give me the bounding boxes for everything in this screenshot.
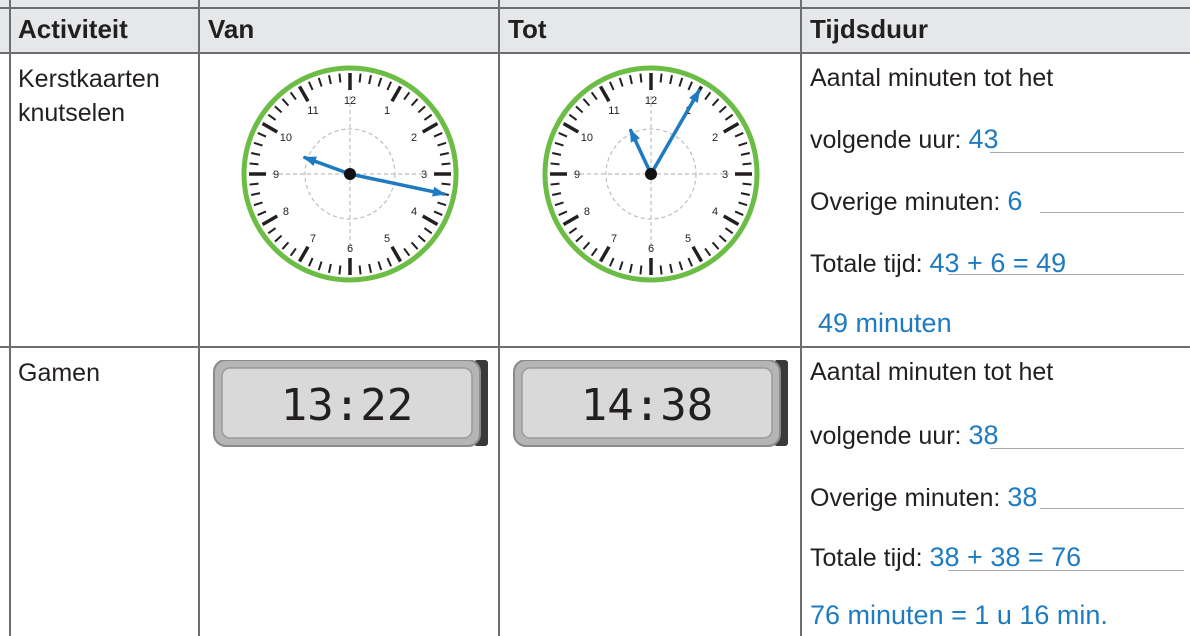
clock-center <box>344 168 356 180</box>
header-divider <box>0 52 1190 54</box>
answer-value: 38 <box>1007 482 1038 512</box>
duur-label: Overige minuten: <box>810 188 1008 216</box>
activity-line: knutselen <box>18 99 126 127</box>
analog-clock-van: 123456789101112 <box>241 65 459 283</box>
clock-number: 11 <box>307 105 318 117</box>
analog-clock-tot: 123456789101112 <box>542 65 760 283</box>
minute-tick <box>639 265 643 275</box>
answer-line <box>948 570 1184 572</box>
minute-tick <box>338 73 342 83</box>
clock-number: 5 <box>384 233 390 245</box>
minute-tick <box>249 182 259 186</box>
minute-tick <box>358 73 362 83</box>
duur-label: Overige minuten: <box>810 484 1008 512</box>
clock-number: 10 <box>581 132 593 144</box>
clock-number: 3 <box>421 169 427 181</box>
duur-label: volgende uur: <box>810 422 969 450</box>
clock-number: 9 <box>273 169 279 181</box>
clock-number: 8 <box>283 206 289 218</box>
answer-value: 38 <box>968 420 999 450</box>
activity-name: Gamen <box>18 356 100 390</box>
clock-number: 5 <box>685 233 691 245</box>
clock-number: 3 <box>722 169 728 181</box>
clock-number: 4 <box>712 206 718 218</box>
header-tijdsduur: Tijdsduur <box>810 14 928 44</box>
minute-tick <box>358 265 362 275</box>
header-van: Van <box>208 14 255 44</box>
duur-line: Totale tijd: 38 + 38 = 76 <box>810 542 1081 573</box>
column-border-left <box>9 0 11 636</box>
minute-tick <box>550 162 560 166</box>
answer-value: 43 <box>968 124 999 154</box>
answer-value: 49 minuten <box>818 308 952 338</box>
header-activiteit: Activiteit <box>18 14 128 44</box>
clock-number: 9 <box>574 169 580 181</box>
answer-value: 6 <box>1007 186 1023 216</box>
duur-line: volgende uur: 43 <box>810 124 999 155</box>
answer-value: 76 minuten = 1 u 16 min. <box>810 600 1108 630</box>
duur-line: 49 minuten <box>818 308 952 339</box>
minute-tick <box>441 182 451 186</box>
digital-time: 14:38 <box>581 380 713 431</box>
clock-number: 4 <box>411 206 417 218</box>
clock-number: 12 <box>344 95 356 107</box>
answer-line <box>1040 212 1184 214</box>
clock-number: 12 <box>645 95 657 107</box>
clock-number: 2 <box>712 132 718 144</box>
column-divider-tot <box>498 0 500 636</box>
clock-number: 7 <box>310 233 316 245</box>
duur-line: Overige minuten: 38 <box>810 482 1037 513</box>
answer-line <box>990 152 1184 154</box>
clock-number: 6 <box>347 243 353 255</box>
activity-line: Gamen <box>18 359 100 387</box>
minute-tick <box>441 162 451 166</box>
duur-line: volgende uur: 38 <box>810 420 999 451</box>
minute-tick <box>639 73 643 83</box>
clock-number: 7 <box>611 233 617 245</box>
minute-tick <box>659 73 663 83</box>
clock-number: 8 <box>584 206 590 218</box>
column-divider-van <box>198 0 200 636</box>
answer-line <box>1040 508 1184 510</box>
minute-tick <box>550 182 560 186</box>
digital-time: 13:22 <box>281 380 413 431</box>
clock-center <box>645 168 657 180</box>
minute-tick <box>742 182 752 186</box>
duur-line: 76 minuten = 1 u 16 min. <box>810 600 1108 631</box>
table-border-top <box>0 7 1190 9</box>
digital-clock-van: 13:22 <box>213 360 488 447</box>
clock-number: 2 <box>411 132 417 144</box>
answer-line <box>990 448 1184 450</box>
header-tot: Tot <box>508 14 547 44</box>
minute-tick <box>659 265 663 275</box>
duur-label: volgende uur: <box>810 126 969 154</box>
activity-line: Kerstkaarten <box>18 65 160 93</box>
answer-value: 38 + 38 = 76 <box>929 542 1082 572</box>
duur-text: Aantal minuten tot het <box>810 358 1054 386</box>
clock-number: 6 <box>648 243 654 255</box>
minute-tick <box>742 162 752 166</box>
clock-number: 11 <box>608 105 619 117</box>
clock-number: 1 <box>384 105 390 117</box>
row-divider <box>0 346 1190 348</box>
column-divider-tijdsduur <box>800 0 802 636</box>
answer-line <box>948 274 1184 276</box>
clock-number: 10 <box>280 132 292 144</box>
activity-name: Kerstkaarten knutselen <box>18 62 160 130</box>
duur-label: Totale tijd: <box>810 250 930 278</box>
duur-text: Aantal minuten tot het <box>810 64 1054 92</box>
duur-label: Totale tijd: <box>810 544 930 572</box>
minute-tick <box>249 162 259 166</box>
duur-line: Overige minuten: 6 <box>810 186 1022 217</box>
digital-clock-tot: 14:38 <box>513 360 788 447</box>
minute-tick <box>338 265 342 275</box>
